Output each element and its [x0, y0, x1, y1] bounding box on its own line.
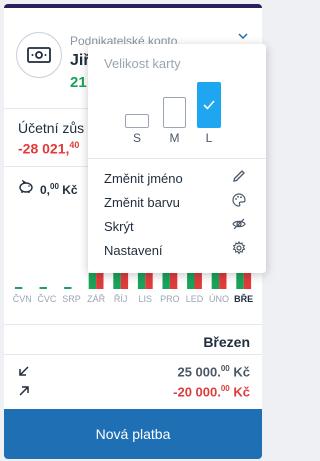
income-row: 25 000.00 Kč	[18, 362, 250, 382]
bar-ŘÍJ-0	[113, 273, 121, 289]
size-option-l[interactable]: L	[197, 82, 221, 145]
menu-item-rename[interactable]: Změnit jméno	[104, 168, 246, 188]
bar-BŘE-1	[243, 273, 252, 289]
account-balance: 21	[70, 74, 87, 91]
check-icon	[203, 100, 215, 110]
month-label[interactable]: BŘE	[231, 294, 256, 304]
month-label[interactable]: ÚNO	[207, 294, 232, 304]
bar-PRO-0	[162, 273, 170, 289]
month-label[interactable]: PRO	[158, 294, 183, 304]
size-option-m[interactable]: M	[163, 97, 186, 145]
menu-item-change-color[interactable]: Změnit barvu	[104, 192, 246, 212]
selected-month-title: Březen	[203, 334, 250, 350]
menu-item-label: Nastavení	[104, 242, 163, 258]
account-icon	[16, 32, 62, 78]
card-size-title: Velikost karty	[104, 56, 181, 71]
size-s-label: S	[132, 131, 141, 145]
chevron-down-icon[interactable]	[238, 28, 248, 42]
month-label[interactable]: LIS	[133, 294, 158, 304]
bar-PRO-1	[169, 273, 178, 289]
ledger-balance-value: -28 021,40	[18, 140, 80, 157]
eye-off-icon	[232, 217, 246, 236]
size-m-box[interactable]	[163, 97, 186, 128]
divider	[88, 158, 266, 159]
bar-ŘÍJ-1	[120, 273, 129, 289]
bar-ČVN-0	[14, 287, 23, 289]
month-axis: ČVN ČVC SRP ZÁŘ ŘÍJ LIS PRO LED ÚNO BŘE	[10, 294, 256, 304]
bar-ZÁŘ-0	[88, 273, 97, 289]
size-m-label: M	[169, 131, 180, 145]
bar-ZÁŘ-1	[96, 273, 104, 289]
month-label[interactable]: ZÁŘ	[84, 294, 109, 304]
card-options-menu: Velikost karty S M L Změnit jméno Změnit…	[88, 44, 266, 273]
size-l-label: L	[205, 131, 213, 145]
menu-item-hide[interactable]: Skrýt	[104, 216, 246, 236]
monthly-bars-chart	[14, 273, 252, 289]
bar-LED-0	[187, 273, 195, 289]
month-label[interactable]: LED	[182, 294, 207, 304]
arrow-up-right-icon	[18, 384, 30, 400]
month-label[interactable]: SRP	[59, 294, 84, 304]
bar-ČVC-0	[39, 287, 47, 289]
gear-icon	[232, 240, 246, 260]
month-label[interactable]: ČVN	[10, 294, 35, 304]
arrow-down-left-icon	[18, 364, 30, 380]
size-option-s[interactable]: S	[125, 114, 149, 145]
bar-SRP-0	[64, 287, 72, 289]
account-name: Jiř	[70, 52, 90, 69]
size-s-box[interactable]	[125, 114, 149, 128]
month-label[interactable]: ŘÍJ	[108, 294, 133, 304]
bar-LED-1	[194, 273, 202, 289]
bar-LIS-1	[145, 273, 153, 289]
bar-BŘE-0	[236, 273, 244, 289]
bar-ÚNO-0	[211, 273, 220, 289]
menu-item-settings[interactable]: Nastavení	[104, 240, 246, 260]
pencil-icon	[232, 169, 246, 188]
expense-value: -20 000.00 Kč	[173, 384, 250, 400]
savings-amount: 0,00 Kč	[40, 182, 78, 197]
savings-row: 0,00 Kč	[18, 179, 78, 199]
piggy-bank-icon	[18, 179, 34, 199]
bar-LIS-0	[137, 273, 146, 289]
ledger-balance-label: Účetní zůs	[18, 120, 85, 136]
palette-icon	[232, 192, 246, 212]
expense-row: -20 000.00 Kč	[18, 382, 250, 402]
new-payment-button[interactable]: Nová platba	[4, 409, 262, 459]
month-label[interactable]: ČVC	[35, 294, 60, 304]
bar-ÚNO-1	[219, 273, 227, 289]
divider	[4, 354, 262, 355]
menu-item-label: Změnit jméno	[104, 170, 183, 186]
menu-item-label: Změnit barvu	[104, 194, 180, 210]
divider	[4, 324, 262, 325]
menu-item-label: Skrýt	[104, 218, 134, 234]
income-value: 25 000.00 Kč	[177, 364, 250, 380]
size-l-box[interactable]	[197, 82, 221, 128]
